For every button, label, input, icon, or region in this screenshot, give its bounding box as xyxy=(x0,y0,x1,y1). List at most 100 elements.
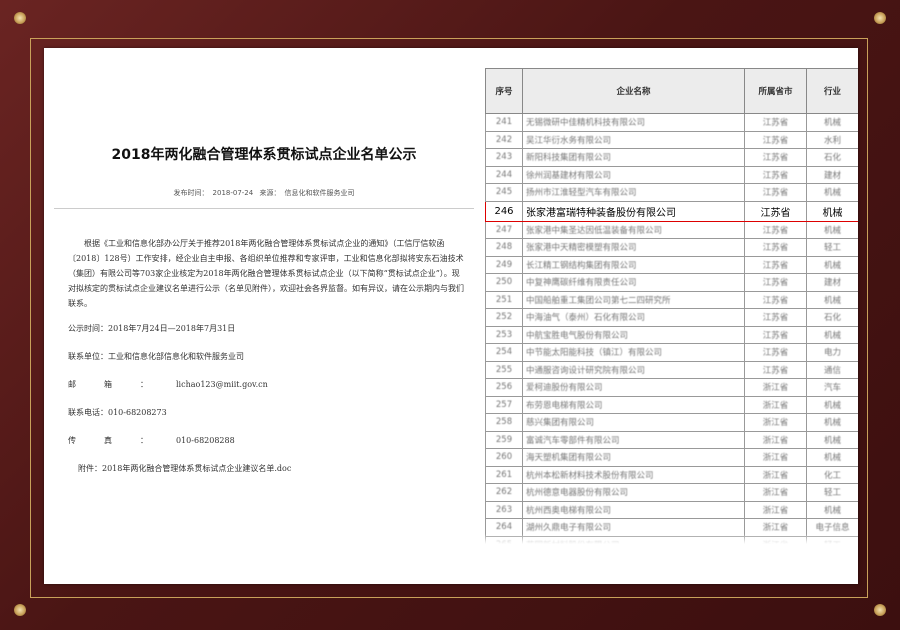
row-company: 张家港中集圣达因低温装备有限公司 xyxy=(522,220,745,239)
row-industry: 化工 xyxy=(806,465,858,484)
plaque-frame: 2018年两化融合管理体系贯标试点企业名单公示 发布时间： 2018-07-24 … xyxy=(0,0,900,630)
contact-unit-line: 联系单位：工业和信息化部信息化和软件服务业司 xyxy=(68,351,468,362)
header-index: 序号 xyxy=(485,68,523,114)
row-company: 杭州西奥电梯有限公司 xyxy=(522,500,745,519)
row-province: 江苏省 xyxy=(744,308,807,327)
table-row: 261 杭州本松新材料技术股份有限公司 浙江省 化工 xyxy=(485,465,858,484)
row-province: 浙江省 xyxy=(744,483,807,502)
row-company: 张家港中天精密模塑有限公司 xyxy=(522,238,745,257)
email-line: 邮箱：lichao123@miit.gov.cn xyxy=(68,379,468,390)
row-province: 江苏省 xyxy=(744,343,807,362)
page-title: 2018年两化融合管理体系贯标试点企业名单公示 xyxy=(111,147,417,163)
header-company: 企业名称 xyxy=(522,68,745,114)
period-label: 公示时间： xyxy=(68,324,108,333)
table-row: 259 富诚汽车零部件有限公司 浙江省 机械 xyxy=(485,430,858,449)
publish-date: 2018-07-24 xyxy=(212,189,254,197)
row-industry: 机械 xyxy=(806,430,858,449)
table-row: 249 长江精工钢结构集团有限公司 江苏省 机械 xyxy=(485,255,858,274)
row-industry: 机械 xyxy=(806,448,858,467)
row-index: 255 xyxy=(485,360,523,379)
notice-paper: 2018年两化融合管理体系贯标试点企业名单公示 发布时间： 2018-07-24 … xyxy=(44,48,858,584)
row-company: 新阳科技集团有限公司 xyxy=(522,148,745,167)
table-row: 257 布劳恩电梯有限公司 浙江省 机械 xyxy=(485,395,858,414)
row-company: 中国船舶重工集团公司第七二四研究所 xyxy=(522,290,745,309)
row-province: 江苏省 xyxy=(744,238,807,257)
table-row: 243 新阳科技集团有限公司 江苏省 石化 xyxy=(485,148,858,167)
row-industry: 机械 xyxy=(806,413,858,432)
contact-unit-value: 工业和信息化部信息化和软件服务业司 xyxy=(108,352,244,361)
row-company: 中航宝胜电气股份有限公司 xyxy=(522,325,745,344)
corner-stud-icon xyxy=(14,604,26,616)
row-index: 246 xyxy=(485,200,523,222)
row-industry: 机械 xyxy=(806,220,858,239)
row-company: 中通服咨询设计研究院有限公司 xyxy=(522,360,745,379)
row-company: 吴江华衍水务有限公司 xyxy=(522,130,745,149)
row-province: 浙江省 xyxy=(744,500,807,519)
row-index: 245 xyxy=(485,183,523,202)
row-company: 中节能太阳能科技（镇江）有限公司 xyxy=(522,343,745,362)
row-province: 浙江省 xyxy=(744,378,807,397)
row-company: 海天塑机集团有限公司 xyxy=(522,448,745,467)
row-province: 江苏省 xyxy=(744,113,807,132)
row-province: 江苏省 xyxy=(744,200,807,222)
email-label: 邮箱： xyxy=(68,380,176,389)
row-province: 浙江省 xyxy=(744,465,807,484)
table-row: 254 中节能太阳能科技（镇江）有限公司 江苏省 电力 xyxy=(485,343,858,362)
corner-stud-icon xyxy=(14,12,26,24)
row-industry: 机械 xyxy=(806,290,858,309)
row-company: 长江精工钢结构集团有限公司 xyxy=(522,255,745,274)
table-header-row: 序号 企业名称 所属省市 行业 xyxy=(485,68,858,114)
row-province: 江苏省 xyxy=(744,290,807,309)
source-label: 来源： xyxy=(259,189,281,197)
row-industry: 汽车 xyxy=(806,378,858,397)
fax-label: 传真： xyxy=(68,436,176,445)
row-industry: 建材 xyxy=(806,165,858,184)
row-province: 江苏省 xyxy=(744,325,807,344)
row-company: 无锡微研中佳精机科技有限公司 xyxy=(522,113,745,132)
row-index: 261 xyxy=(485,465,523,484)
table-row: 250 中复神鹰碳纤维有限责任公司 江苏省 建材 xyxy=(485,273,858,292)
row-province: 江苏省 xyxy=(744,165,807,184)
row-province: 江苏省 xyxy=(744,220,807,239)
row-industry: 水利 xyxy=(806,130,858,149)
table-row: 258 慈兴集团有限公司 浙江省 机械 xyxy=(485,413,858,432)
row-index: 263 xyxy=(485,500,523,519)
corner-stud-icon xyxy=(874,604,886,616)
row-index: 252 xyxy=(485,308,523,327)
attachment-link[interactable]: 2018年两化融合管理体系贯标试点企业建议名单.doc xyxy=(102,464,291,473)
row-province: 浙江省 xyxy=(744,430,807,449)
row-index: 247 xyxy=(485,220,523,239)
row-province: 浙江省 xyxy=(744,413,807,432)
row-industry: 机械 xyxy=(806,500,858,519)
row-company: 杭州本松新材料技术股份有限公司 xyxy=(522,465,745,484)
row-company: 布劳恩电梯有限公司 xyxy=(522,395,745,414)
row-index: 251 xyxy=(485,290,523,309)
row-industry: 机械 xyxy=(806,255,858,274)
header-province: 所属省市 xyxy=(744,68,807,114)
row-province: 江苏省 xyxy=(744,148,807,167)
row-industry: 机械 xyxy=(806,395,858,414)
row-company: 扬州市江淮轻型汽车有限公司 xyxy=(522,183,745,202)
row-index: 257 xyxy=(485,395,523,414)
period-line: 公示时间：2018年7月24日—2018年7月31日 xyxy=(68,323,468,334)
table-row: 247 张家港中集圣达因低温装备有限公司 江苏省 机械 xyxy=(485,220,858,239)
row-index: 243 xyxy=(485,148,523,167)
email-link[interactable]: lichao123@miit.gov.cn xyxy=(176,380,268,389)
row-index: 256 xyxy=(485,378,523,397)
row-province: 浙江省 xyxy=(744,395,807,414)
publish-meta: 发布时间： 2018-07-24 来源： 信息化和软件服务业司 xyxy=(44,188,484,198)
row-industry: 建材 xyxy=(806,273,858,292)
corner-stud-icon xyxy=(874,12,886,24)
company-list-table: 序号 企业名称 所属省市 行业 241 无锡微研中佳精机科技有限公司 江苏省 机械 24… xyxy=(485,68,858,544)
table-row: 241 无锡微研中佳精机科技有限公司 江苏省 机械 xyxy=(485,113,858,132)
table-row: 256 爱柯迪股份有限公司 浙江省 汽车 xyxy=(485,378,858,397)
divider xyxy=(54,208,474,209)
phone-label: 联系电话： xyxy=(68,408,108,417)
table-row: 245 扬州市江淮轻型汽车有限公司 江苏省 机械 xyxy=(485,183,858,202)
row-index: 249 xyxy=(485,255,523,274)
row-industry: 石化 xyxy=(806,148,858,167)
row-company: 张家港富瑞特种装备股份有限公司 xyxy=(522,200,745,222)
row-index: 254 xyxy=(485,343,523,362)
phone-value: 010-68208273 xyxy=(108,408,167,417)
row-index: 244 xyxy=(485,165,523,184)
